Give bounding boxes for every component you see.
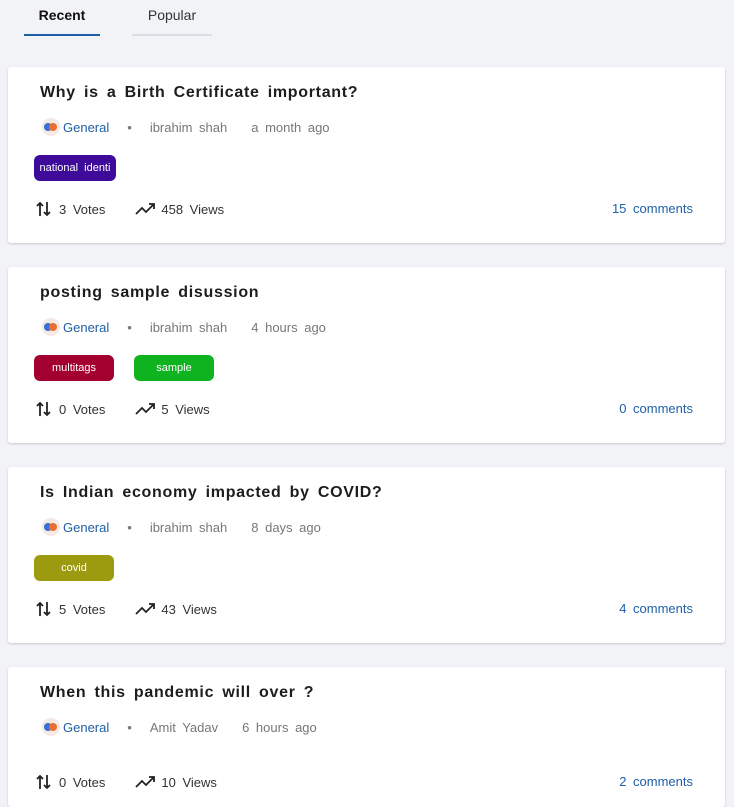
views-stat: 43 Views: [135, 602, 217, 617]
post-title[interactable]: When this pandemic will over ?: [40, 684, 314, 702]
votes-count: 0 Votes: [59, 774, 106, 790]
post-meta: General • Amit Yadav 6 hours ago: [42, 717, 317, 737]
views-count: 5 Views: [161, 401, 210, 417]
author-name[interactable]: ibrahim shah: [150, 120, 227, 135]
votes-stat[interactable]: 0 Votes: [36, 773, 105, 791]
views-stat: 458 Views: [135, 202, 224, 217]
vote-arrows-icon: [36, 201, 51, 217]
post-date: 8 days ago: [251, 519, 321, 535]
post-title[interactable]: Is Indian economy impacted by COVID?: [40, 484, 382, 502]
post-card: When this pandemic will over ? General •…: [8, 667, 725, 807]
tab-popular[interactable]: Popular: [132, 0, 212, 36]
post-title[interactable]: posting sample disussion: [40, 284, 259, 302]
category-icon: [42, 118, 60, 136]
vote-arrows-icon: [36, 601, 51, 617]
votes-count: 0 Votes: [59, 401, 106, 417]
post-meta: General • ibrahim shah 4 hours ago: [42, 317, 326, 337]
votes-count: 3 Votes: [59, 201, 106, 217]
vote-arrows-icon: [36, 774, 51, 790]
category-link[interactable]: General: [63, 320, 109, 335]
separator-dot: •: [127, 519, 132, 535]
post-card: posting sample disussion General • ibrah…: [8, 267, 725, 443]
tag-list: multitags sample: [34, 355, 234, 381]
post-stats: 5 Votes 43 Views: [36, 600, 217, 618]
category-icon: [42, 518, 60, 536]
comments-link[interactable]: 0 comments: [619, 401, 693, 416]
trending-up-icon: [135, 776, 156, 788]
tag-chip[interactable]: sample: [134, 355, 214, 381]
views-count: 10 Views: [161, 774, 217, 790]
votes-stat[interactable]: 5 Votes: [36, 600, 105, 618]
comments-link[interactable]: 4 comments: [619, 601, 693, 616]
votes-stat[interactable]: 0 Votes: [36, 400, 105, 418]
post-meta: General • ibrahim shah a month ago: [42, 117, 330, 137]
post-stats: 3 Votes 458 Views: [36, 200, 224, 218]
comments-link[interactable]: 2 comments: [619, 774, 693, 789]
trending-up-icon: [135, 603, 156, 615]
views-count: 458 Views: [161, 201, 225, 217]
post-stats: 0 Votes 5 Views: [36, 400, 210, 418]
category-icon: [42, 318, 60, 336]
separator-dot: •: [127, 319, 132, 335]
author-name[interactable]: ibrahim shah: [150, 520, 227, 535]
author-name[interactable]: ibrahim shah: [150, 320, 227, 335]
post-meta: General • ibrahim shah 8 days ago: [42, 517, 321, 537]
category-link[interactable]: General: [63, 120, 109, 135]
category-link[interactable]: General: [63, 520, 109, 535]
comments-link[interactable]: 15 comments: [612, 201, 693, 216]
tag-list: national identi: [34, 155, 136, 181]
post-card: Is Indian economy impacted by COVID? Gen…: [8, 467, 725, 643]
post-title[interactable]: Why is a Birth Certificate important?: [40, 84, 358, 102]
views-stat: 5 Views: [135, 401, 210, 417]
post-card: Why is a Birth Certificate important? Ge…: [8, 67, 725, 243]
post-date: a month ago: [251, 119, 330, 135]
tag-chip[interactable]: national identi: [34, 155, 116, 181]
separator-dot: •: [127, 119, 132, 135]
votes-count: 5 Votes: [59, 601, 106, 617]
tag-chip[interactable]: multitags: [34, 355, 114, 381]
tag-list: covid: [34, 555, 134, 581]
views-stat: 10 Views: [135, 775, 217, 790]
separator-dot: •: [127, 719, 132, 735]
post-stats: 0 Votes 10 Views: [36, 773, 217, 791]
category-link[interactable]: General: [63, 720, 109, 735]
category-icon: [42, 718, 60, 736]
tab-bar: Recent Popular: [24, 0, 212, 36]
tag-chip[interactable]: covid: [34, 555, 114, 581]
post-date: 4 hours ago: [251, 319, 326, 335]
vote-arrows-icon: [36, 401, 51, 417]
author-name[interactable]: Amit Yadav: [150, 720, 218, 735]
trending-up-icon: [135, 403, 156, 415]
tab-recent[interactable]: Recent: [24, 0, 100, 36]
post-date: 6 hours ago: [242, 719, 317, 735]
trending-up-icon: [135, 203, 156, 215]
votes-stat[interactable]: 3 Votes: [36, 200, 105, 218]
views-count: 43 Views: [161, 601, 217, 617]
